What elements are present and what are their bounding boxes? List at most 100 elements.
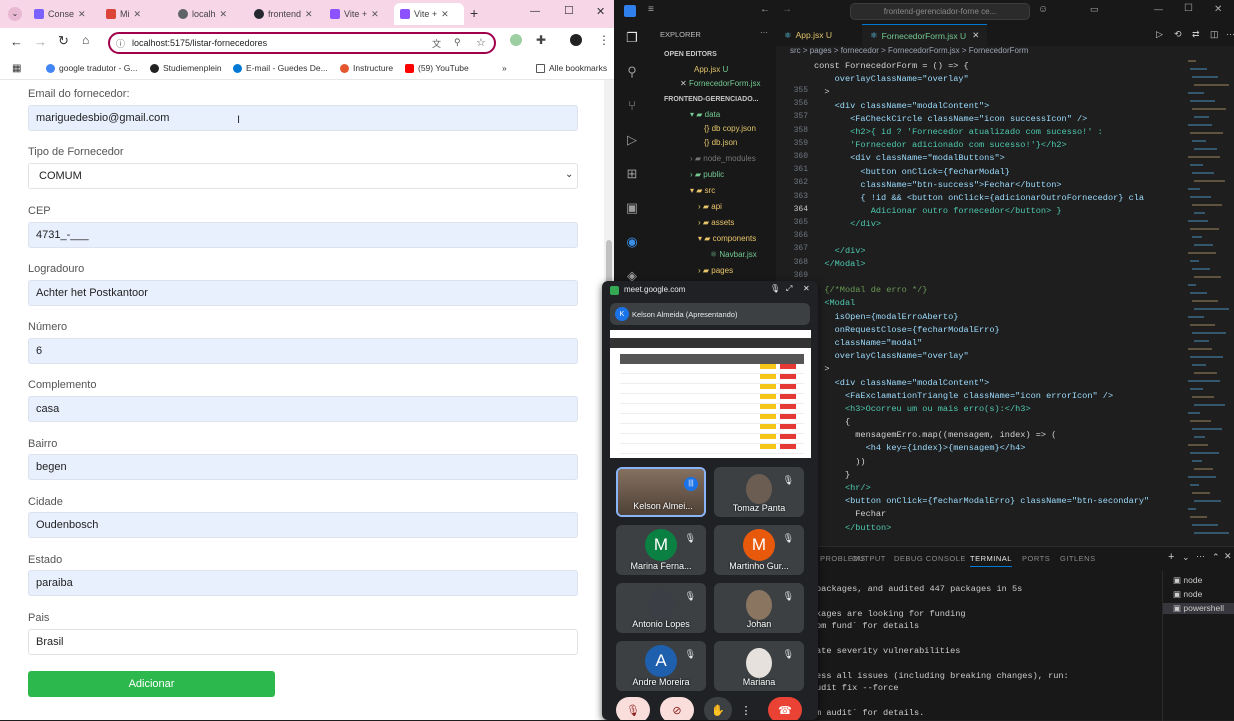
- maximize-panel-icon[interactable]: ⌃: [1212, 552, 1220, 563]
- explorer-icon[interactable]: ❐: [624, 30, 640, 46]
- mic-button[interactable]: 🎙: [616, 697, 650, 720]
- editor-tab-active[interactable]: ⚛ FornecedorForm.jsx U ✕: [862, 24, 988, 46]
- estado-field[interactable]: paraiba: [28, 570, 578, 596]
- nav-forward-icon[interactable]: →: [782, 4, 792, 15]
- home-icon[interactable]: ⌂: [82, 33, 89, 47]
- open-editor-item[interactable]: App.jsx U: [694, 65, 728, 74]
- close-tab-icon[interactable]: ✕: [371, 9, 379, 20]
- tab-4[interactable]: Vite + ✕: [324, 3, 392, 25]
- presenter-bar[interactable]: K Kelson Almeida (Apresentando): [610, 303, 810, 325]
- tab-2[interactable]: localh ✕: [172, 3, 246, 25]
- new-tab-button[interactable]: +: [470, 5, 478, 21]
- logradouro-field[interactable]: Achter het Postkantoor: [28, 280, 578, 306]
- terminal-output[interactable]: packages, and audited 447 packages in 5s…: [816, 583, 1156, 719]
- timeline-icon[interactable]: ⟲: [1174, 29, 1182, 40]
- location-icon[interactable]: ⚲: [454, 37, 461, 48]
- bookmark-star-icon[interactable]: ☆: [476, 36, 486, 49]
- address-bar[interactable]: ⓘ localhost:5175/listar-fornecedores 文 ⚲…: [108, 32, 496, 54]
- remote-explorer-icon[interactable]: ▣: [624, 200, 640, 216]
- explorer-more-icon[interactable]: ···: [760, 28, 768, 37]
- nav-back-icon[interactable]: ←: [760, 4, 770, 15]
- source-control-icon[interactable]: ⑂: [624, 98, 640, 114]
- bookmark-2[interactable]: E-mail - Guedes De...: [233, 63, 328, 73]
- close-editor-icon[interactable]: ✕: [680, 79, 689, 88]
- run-icon[interactable]: ▷: [1156, 29, 1163, 40]
- tab-output[interactable]: OUTPUT: [852, 554, 886, 563]
- close-window-icon[interactable]: ✕: [1214, 4, 1222, 15]
- mic-toggle-icon[interactable]: 🎙: [770, 284, 780, 293]
- back-to-tab-icon[interactable]: ⤢: [786, 284, 792, 294]
- layout-icon[interactable]: ▭: [1090, 4, 1099, 15]
- bairro-field[interactable]: begen: [28, 454, 578, 480]
- tab-1[interactable]: Mi ✕: [100, 3, 170, 25]
- code-editor[interactable]: const FornecedorForm = () => { overlayCl…: [814, 60, 1194, 550]
- maximize-icon[interactable]: ☐: [564, 4, 574, 17]
- extension-icon[interactable]: [510, 34, 522, 46]
- adicionar-button[interactable]: Adicionar: [28, 671, 275, 697]
- copilot-icon[interactable]: ☺: [1038, 4, 1048, 15]
- panel-more-icon[interactable]: ···: [1196, 551, 1205, 561]
- close-panel-icon[interactable]: ✕: [1224, 551, 1232, 562]
- close-pip-icon[interactable]: ✕: [803, 284, 810, 293]
- close-tab-icon[interactable]: ✕: [441, 9, 449, 20]
- editor-tab[interactable]: ⚛ App.jsx U: [776, 24, 840, 46]
- tree-item[interactable]: › ▰ api: [698, 202, 722, 211]
- bookmark-0[interactable]: google tradutor - G...: [46, 63, 137, 73]
- participant-tile[interactable]: 🎙 Tomaz Panta: [714, 467, 804, 517]
- more-actions-icon[interactable]: ···: [1226, 29, 1234, 39]
- raise-hand-button[interactable]: ✋: [704, 697, 732, 720]
- compare-icon[interactable]: ⇄: [1192, 29, 1200, 40]
- numero-field[interactable]: 6: [28, 338, 578, 364]
- back-icon[interactable]: ←: [10, 34, 23, 49]
- minimize-icon[interactable]: —: [1154, 4, 1163, 14]
- maximize-icon[interactable]: ☐: [1184, 3, 1193, 14]
- participant-tile[interactable]: 🎙 Johan: [714, 583, 804, 633]
- search-icon[interactable]: ⚲: [624, 64, 640, 80]
- tipo-select[interactable]: COMUM ⌄: [28, 163, 578, 189]
- close-window-icon[interactable]: ✕: [596, 5, 605, 18]
- participant-tile[interactable]: 🎙 Antonio Lopes: [616, 583, 706, 633]
- new-terminal-icon[interactable]: +: [1168, 551, 1174, 563]
- pais-field[interactable]: Brasil: [28, 629, 578, 655]
- github-icon[interactable]: [570, 34, 582, 46]
- minimize-icon[interactable]: —: [530, 6, 540, 17]
- tree-item[interactable]: › ▰ public: [690, 170, 724, 179]
- menu-kebab-icon[interactable]: ⋮: [598, 33, 610, 47]
- extensions-puzzle-icon[interactable]: ✚: [536, 33, 546, 47]
- open-editor-item-active[interactable]: ✕ FornecedorForm.jsx: [680, 79, 761, 88]
- tab-debug-console[interactable]: DEBUG CONSOLE: [894, 554, 966, 563]
- tree-item[interactable]: ▾ ▰ data: [690, 110, 720, 119]
- participant-tile[interactable]: A 🎙 Andre Moreira: [616, 641, 706, 691]
- camera-button[interactable]: ⊘: [660, 697, 694, 720]
- tree-item[interactable]: {} db copy.json: [704, 124, 756, 133]
- tree-item[interactable]: ▾ ▰ components: [698, 234, 756, 243]
- terminal-item-active[interactable]: ▣ powershell: [1163, 603, 1234, 614]
- menu-icon[interactable]: ≡: [648, 4, 654, 15]
- bookmark-1[interactable]: Studiemenplein: [150, 63, 222, 73]
- shared-screen[interactable]: [610, 330, 811, 458]
- close-tab-icon[interactable]: ✕: [972, 30, 979, 41]
- tab-terminal[interactable]: TERMINAL: [970, 554, 1012, 567]
- split-editor-icon[interactable]: ◫: [1210, 29, 1219, 40]
- tab-gitlens[interactable]: GITLENS: [1060, 554, 1096, 563]
- terminal-item[interactable]: ▣ node: [1173, 589, 1202, 600]
- open-editors-header[interactable]: OPEN EDITORS: [664, 51, 717, 58]
- cidade-field[interactable]: Oudenbosch: [28, 512, 578, 538]
- project-header[interactable]: FRONTEND-GERENCIADO...: [664, 96, 759, 103]
- terminal-item[interactable]: ▣ node: [1173, 575, 1202, 586]
- command-center-search[interactable]: frontend-gerenciador-forne ce...: [850, 3, 1030, 20]
- bookmarks-overflow[interactable]: »: [502, 63, 507, 73]
- minimap[interactable]: [1186, 60, 1230, 550]
- all-bookmarks[interactable]: Alle bookmarks: [536, 63, 607, 73]
- close-tab-icon[interactable]: ✕: [78, 9, 86, 20]
- apps-grid-icon[interactable]: ▦: [12, 63, 21, 74]
- more-options-button[interactable]: ⋮: [738, 697, 754, 720]
- bookmark-4[interactable]: (59) YouTube: [405, 63, 469, 73]
- close-tab-icon[interactable]: ✕: [134, 9, 142, 20]
- email-field[interactable]: mariguedesbio@gmail.com: [28, 105, 578, 131]
- site-info-icon[interactable]: ⓘ: [116, 37, 125, 50]
- tree-item[interactable]: › ▰ pages: [698, 266, 733, 275]
- tab-0[interactable]: Conse ✕: [28, 3, 98, 25]
- tree-item[interactable]: › ▰ assets: [698, 218, 734, 227]
- tab-5-active[interactable]: Vite + ✕: [394, 3, 464, 25]
